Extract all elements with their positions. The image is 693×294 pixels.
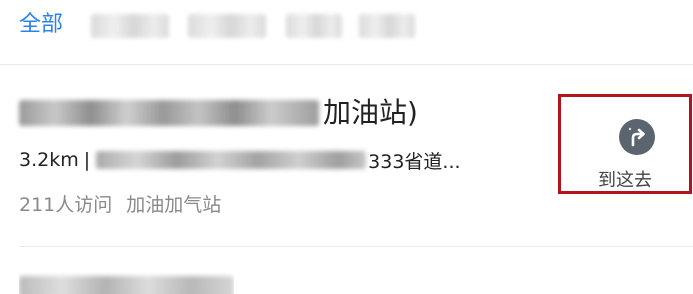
result-visits: 211人访问 xyxy=(19,194,113,216)
address-separator: | xyxy=(83,149,91,171)
next-search-result-item[interactable] xyxy=(19,268,234,294)
result-title-suffix: 加油站) xyxy=(323,96,418,129)
result-meta: 211人访问 加油加气站 xyxy=(19,190,221,217)
result-address-suffix: 333省道... xyxy=(368,150,461,173)
tab-redacted-1[interactable] xyxy=(91,14,169,38)
result-divider xyxy=(19,246,693,247)
tab-redacted-3[interactable] xyxy=(286,14,342,38)
result-title: 加油站) xyxy=(19,93,418,133)
go-here-button[interactable]: 到这去 xyxy=(558,94,692,194)
redacted-title-text xyxy=(19,100,319,126)
redacted-next-title xyxy=(19,276,234,294)
search-result-item[interactable]: 加油站) 3.2km | 333省道... 211人访问 加油加气站 到这去 xyxy=(0,65,693,245)
turn-right-arrow-icon xyxy=(619,119,655,155)
tab-redacted-2[interactable] xyxy=(188,14,266,38)
result-category: 加油加气站 xyxy=(126,194,222,216)
redacted-address-text xyxy=(96,151,367,169)
result-distance: 3.2km xyxy=(19,149,79,171)
go-here-label: 到这去 xyxy=(598,170,652,191)
category-tab-bar: 全部 xyxy=(0,0,693,64)
result-address-line: 3.2km | 333省道... xyxy=(19,145,461,175)
tab-all[interactable]: 全部 xyxy=(19,9,63,41)
tab-redacted-4[interactable] xyxy=(359,14,415,38)
